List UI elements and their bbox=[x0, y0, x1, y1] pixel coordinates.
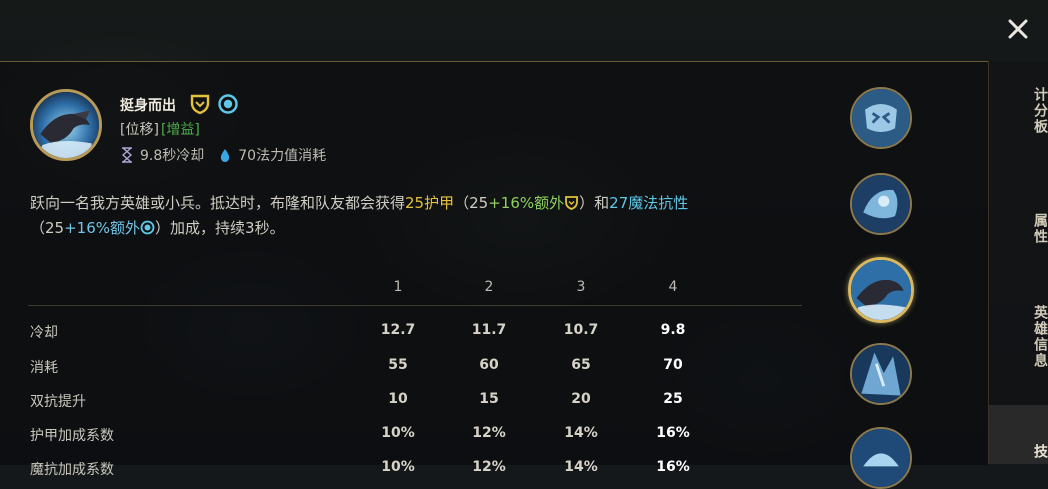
hourglass-icon bbox=[121, 147, 133, 163]
selected-skill-icon bbox=[30, 89, 102, 161]
row-label: 消耗 bbox=[30, 360, 58, 376]
magic-resist-icon bbox=[140, 220, 155, 235]
skill-description: 跃向一名我方英雄或小兵。抵达时，布隆和队友都会获得25护甲（25+16%额外 ）和… bbox=[30, 191, 810, 241]
table-cell: 10 bbox=[388, 391, 408, 407]
magic-resist-icon bbox=[218, 94, 238, 114]
rank-header: 4 bbox=[668, 279, 678, 295]
row-label: 冷却 bbox=[30, 325, 58, 341]
tag-movement: [位移] bbox=[120, 122, 159, 138]
mr-base: 25 bbox=[45, 219, 65, 237]
table-cell: 12% bbox=[472, 425, 506, 441]
table-cell: 14% bbox=[564, 425, 598, 441]
table-cell: 20 bbox=[571, 391, 591, 407]
skill-name: 挺身而出 bbox=[120, 98, 176, 114]
armor-base: 25 bbox=[469, 194, 489, 212]
table-cell: 12.7 bbox=[380, 322, 416, 338]
table-cell: 55 bbox=[388, 357, 408, 373]
armor-shield-icon bbox=[565, 196, 579, 210]
close-icon bbox=[1008, 19, 1028, 39]
row-label: 双抗提升 bbox=[30, 394, 86, 410]
table-cell: 10% bbox=[381, 459, 415, 475]
table-cell: 11.7 bbox=[471, 322, 507, 338]
table-cell: 16% bbox=[656, 425, 690, 441]
mr-value: 27魔法抗性 bbox=[609, 194, 689, 212]
desc-text: ）加成，持续3秒。 bbox=[155, 219, 285, 237]
top-bar bbox=[0, 0, 1048, 61]
rank-header: 1 bbox=[393, 279, 403, 295]
passive-skill-icon[interactable] bbox=[850, 87, 912, 149]
e-skill-icon[interactable] bbox=[850, 343, 912, 405]
row-label: 护甲加成系数 bbox=[30, 428, 114, 444]
table-divider bbox=[28, 305, 802, 306]
tab-skills[interactable]: 技 bbox=[989, 405, 1048, 464]
w-skill-icon[interactable] bbox=[848, 257, 914, 323]
table-cell: 65 bbox=[571, 357, 591, 373]
table-cell: 25 bbox=[663, 391, 683, 407]
tab-champion-info[interactable]: 英雄信息 bbox=[989, 305, 1048, 369]
side-tab-strip: 计分板 属性 英雄信息 技 bbox=[988, 61, 1048, 464]
r-skill-icon[interactable] bbox=[850, 427, 912, 489]
table-cell: 16% bbox=[656, 459, 690, 475]
table-cell: 14% bbox=[564, 459, 598, 475]
tab-scoreboard[interactable]: 计分板 bbox=[989, 87, 1048, 135]
armor-shield-icon bbox=[190, 94, 210, 115]
cost-text: 70法力值消耗 bbox=[238, 148, 327, 164]
desc-text: （ bbox=[454, 194, 470, 212]
desc-text: 跃向一名我方英雄或小兵。抵达时，布隆和队友都会获得 bbox=[30, 194, 406, 212]
close-button[interactable] bbox=[1003, 14, 1033, 44]
table-cell: 10% bbox=[381, 425, 415, 441]
table-cell: 10.7 bbox=[563, 322, 599, 338]
mr-bonus: +16%额外 bbox=[64, 219, 141, 237]
cooldown-text: 9.8秒冷却 bbox=[140, 148, 205, 164]
table-cell: 70 bbox=[663, 357, 683, 373]
table-cell: 60 bbox=[479, 357, 499, 373]
desc-text: ）和 bbox=[579, 194, 610, 212]
table-cell: 9.8 bbox=[660, 322, 686, 338]
tab-attributes[interactable]: 属性 bbox=[989, 213, 1048, 245]
skill-meta: 9.8秒冷却 70法力值消耗 bbox=[120, 145, 326, 165]
skill-tags: [位移] [增益] bbox=[120, 119, 200, 139]
tag-buff: [增益] bbox=[160, 122, 200, 138]
armor-value: 25护甲 bbox=[405, 194, 455, 212]
armor-bonus: +16%额外 bbox=[488, 194, 565, 212]
row-label: 魔抗加成系数 bbox=[30, 462, 114, 478]
desc-text: （ bbox=[30, 219, 46, 237]
table-cell: 12% bbox=[472, 459, 506, 475]
q-skill-icon[interactable] bbox=[850, 173, 912, 235]
mana-drop-icon bbox=[221, 149, 230, 162]
rank-header: 2 bbox=[484, 279, 494, 295]
rank-header: 3 bbox=[576, 279, 586, 295]
table-cell: 15 bbox=[479, 391, 499, 407]
